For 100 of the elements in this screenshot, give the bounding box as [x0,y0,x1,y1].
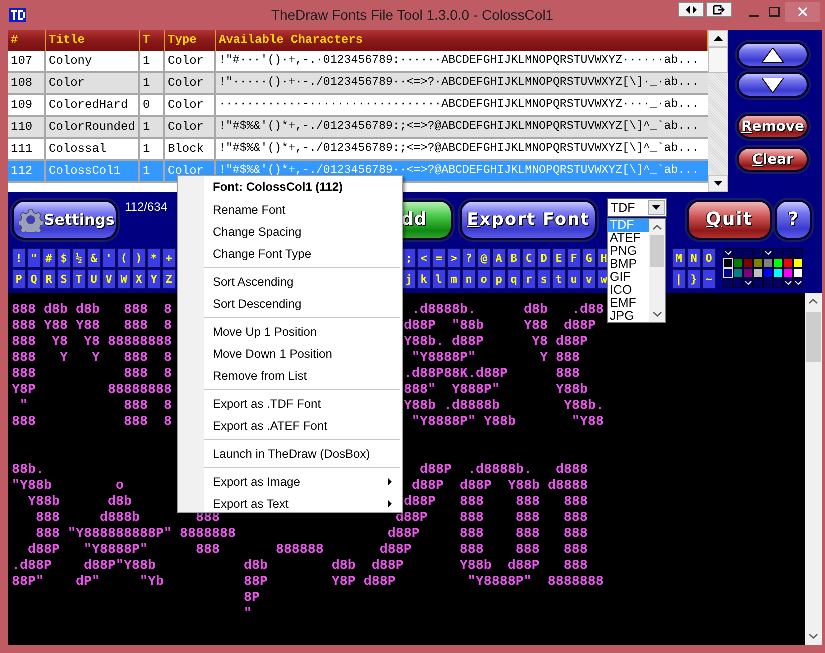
close-button[interactable] [785,2,820,22]
character-key[interactable]: O [702,248,716,268]
table-row[interactable]: 109 ColoredHard 0 Color ············-···················ABCDEFGHIJKLMNOPQRSTUVWXYZ····_·ab... [8,95,708,117]
panel-button[interactable]: Clear [737,147,809,172]
dropdown-option[interactable]: EMF [608,297,649,310]
toggle-button[interactable] [678,2,704,17]
character-key[interactable]: > [447,248,461,268]
character-key[interactable]: Z [162,269,176,289]
menu-item[interactable]: Change Font Type [178,243,402,265]
color-swatch[interactable] [773,268,783,278]
color-swatch[interactable] [753,268,763,278]
character-key[interactable]: G [582,248,596,268]
scroll-thumb[interactable] [806,312,821,362]
character-key[interactable]: + [162,248,176,268]
character-key[interactable]: } [687,269,701,289]
character-key[interactable]: ( [117,248,131,268]
menu-item[interactable]: Export as Text [178,493,402,512]
menu-item[interactable]: Export as .TDF Font [178,393,402,415]
character-key[interactable]: n [462,269,476,289]
character-key[interactable]: " [27,248,41,268]
character-key[interactable]: R [42,269,56,289]
menu-item[interactable]: Move Up 1 Position [178,321,402,343]
color-swatch[interactable] [743,258,753,268]
character-key[interactable]: t [552,269,566,289]
character-key[interactable]: m [447,269,461,289]
dropdown-option[interactable]: JPG [608,310,649,323]
character-key[interactable]: s [537,269,551,289]
character-key[interactable]: * [147,248,161,268]
character-key[interactable]: T [72,269,86,289]
color-swatch[interactable] [753,258,763,268]
character-key[interactable]: D [537,248,551,268]
settings-button[interactable]: Settings [12,200,118,240]
dropdown-arrow-button[interactable] [648,200,665,215]
color-swatch[interactable] [783,268,793,278]
character-key[interactable]: k [417,269,431,289]
character-key[interactable]: < [417,248,431,268]
character-key[interactable]: ½ [72,248,86,268]
menu-item[interactable]: Export as .ATEF Font [178,415,402,437]
color-swatch[interactable] [793,268,803,278]
character-key[interactable]: p [492,269,506,289]
move-up-button[interactable] [737,42,809,68]
scroll-thumb[interactable] [708,47,728,73]
move-down-button[interactable] [737,72,809,98]
character-key[interactable]: ; [402,248,416,268]
table-row[interactable]: 111 Colossal 1 Block !"#$%&'()*+,-./0123456789:;<=>?@ABCDEFGHIJKLMNOPQRSTUVWXYZ[\]^_`ab... [8,139,708,161]
character-key[interactable]: $ [57,248,71,268]
character-key[interactable]: N [687,248,701,268]
character-key[interactable]: q [507,269,521,289]
character-key[interactable]: U [87,269,101,289]
character-key[interactable]: X [132,269,146,289]
character-key[interactable]: ~ [702,269,716,289]
table-row[interactable]: 108 Color 1 Color !"·····()·+·-./0123456789··<=>?·ABCDEFGHIJKLMNOPQRSTUVWXYZ[\]·_·ab... [8,73,708,95]
export-window-button[interactable] [706,2,732,17]
character-key[interactable]: o [477,269,491,289]
menu-item[interactable]: Sort Descending [178,293,402,315]
character-key[interactable]: | [672,269,686,289]
character-key[interactable]: ' [102,248,116,268]
dropdown-option[interactable]: ICO [608,284,649,297]
color-swatch[interactable] [733,258,743,268]
down-chevron-icon[interactable] [809,634,818,639]
character-key[interactable]: # [42,248,56,268]
down-chevron-icon[interactable] [652,312,662,316]
menu-item[interactable]: Rename Font [178,199,402,221]
dropdown-option[interactable]: ATEF [608,232,649,245]
character-key[interactable]: Q [27,269,41,289]
menu-item[interactable]: Remove from List [178,365,402,387]
dropdown-option[interactable]: BMP [608,258,649,271]
scroll-thumb[interactable] [650,235,664,267]
character-key[interactable]: A [492,248,506,268]
character-key[interactable]: V [102,269,116,289]
scroll-down-button[interactable] [708,175,728,192]
menu-item[interactable]: Export as Image [178,471,402,493]
scrollbar[interactable] [708,30,728,192]
character-key[interactable]: & [87,248,101,268]
menu-item[interactable]: Move Down 1 Position [178,343,402,365]
menu-item[interactable]: Launch in TheDraw (DosBox) [178,443,402,465]
character-key[interactable]: j [402,269,416,289]
character-key[interactable]: Y [147,269,161,289]
export-button[interactable]: Export Font [460,200,597,240]
quit-button[interactable]: Quit [687,200,772,240]
color-swatch[interactable] [743,268,753,278]
character-key[interactable]: M [672,248,686,268]
character-key[interactable]: ) [132,248,146,268]
up-chevron-icon[interactable] [652,224,662,230]
character-key[interactable]: C [522,248,536,268]
scrollbar[interactable] [805,293,822,645]
character-key[interactable]: E [552,248,566,268]
dropdown-option[interactable]: GIF [608,271,649,284]
character-key[interactable]: = [432,248,446,268]
character-key[interactable]: @ [477,248,491,268]
menu-item[interactable]: Change Spacing [178,221,402,243]
character-key[interactable]: B [507,248,521,268]
up-chevron-icon[interactable] [809,299,818,304]
scroll-up-button[interactable] [708,30,728,47]
dropdown-option[interactable]: PNG [608,245,649,258]
format-dropdown[interactable]: TDF [607,198,667,217]
scrollbar[interactable] [649,219,665,322]
color-swatch[interactable] [763,258,773,268]
character-key[interactable]: P [12,269,26,289]
character-key[interactable]: W [117,269,131,289]
